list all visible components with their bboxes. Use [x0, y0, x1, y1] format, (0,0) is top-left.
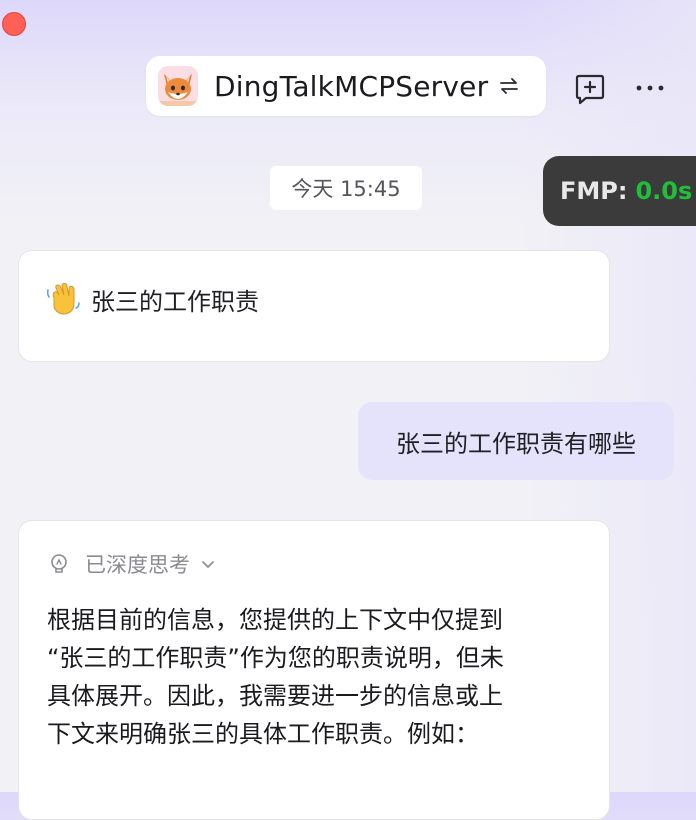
new-chat-icon [575, 74, 605, 105]
user-message-bubble: 张三的工作职责有哪些 [358, 402, 674, 480]
answer-line: 根据目前的信息，您提供的上下文中仅提到 [47, 606, 503, 634]
lightbulb-icon [51, 554, 67, 573]
answer-line: “张三的工作职责”作为您的职责说明，但未 [47, 644, 504, 672]
assistant-answer-card: 已深度思考 根据目前的信息，您提供的上下文中仅提到 “张三的工作职责”作为您的职… [18, 520, 610, 820]
answer-body: 根据目前的信息，您提供的上下文中仅提到 “张三的工作职责”作为您的职责说明，但未… [47, 601, 577, 753]
fmp-label: FMP: [560, 177, 628, 205]
assistant-title: DingTalkMCPServer [214, 69, 489, 103]
greeting-text: 张三的工作职责 [91, 287, 259, 316]
user-message-text: 张三的工作职责有哪些 [396, 429, 636, 458]
switch-arrows-icon [500, 78, 519, 94]
more-options-button[interactable] [632, 74, 668, 102]
window-close-button[interactable] [2, 12, 26, 36]
chevron-down-icon [202, 561, 214, 568]
fmp-value: 0.0s [635, 177, 693, 205]
waving-hand-icon [46, 282, 80, 315]
deep-thinking-toggle[interactable]: 已深度思考 [47, 549, 216, 579]
assistant-switcher[interactable]: DingTalkMCPServer [146, 56, 546, 116]
fmp-badge: FMP: 0.0s [543, 156, 696, 226]
more-dots-icon [636, 85, 664, 91]
thinking-label: 已深度思考 [85, 553, 190, 577]
message-timestamp: 今天 15:45 [270, 166, 422, 210]
fox-avatar-icon [158, 66, 198, 106]
greeting-card: 张三的工作职责 [18, 250, 610, 362]
answer-line: 具体展开。因此，我需要进一步的信息或上 [47, 682, 503, 710]
answer-line: 下文来明确张三的具体工作职责。例如： [47, 720, 479, 748]
new-chat-button[interactable] [571, 70, 609, 108]
